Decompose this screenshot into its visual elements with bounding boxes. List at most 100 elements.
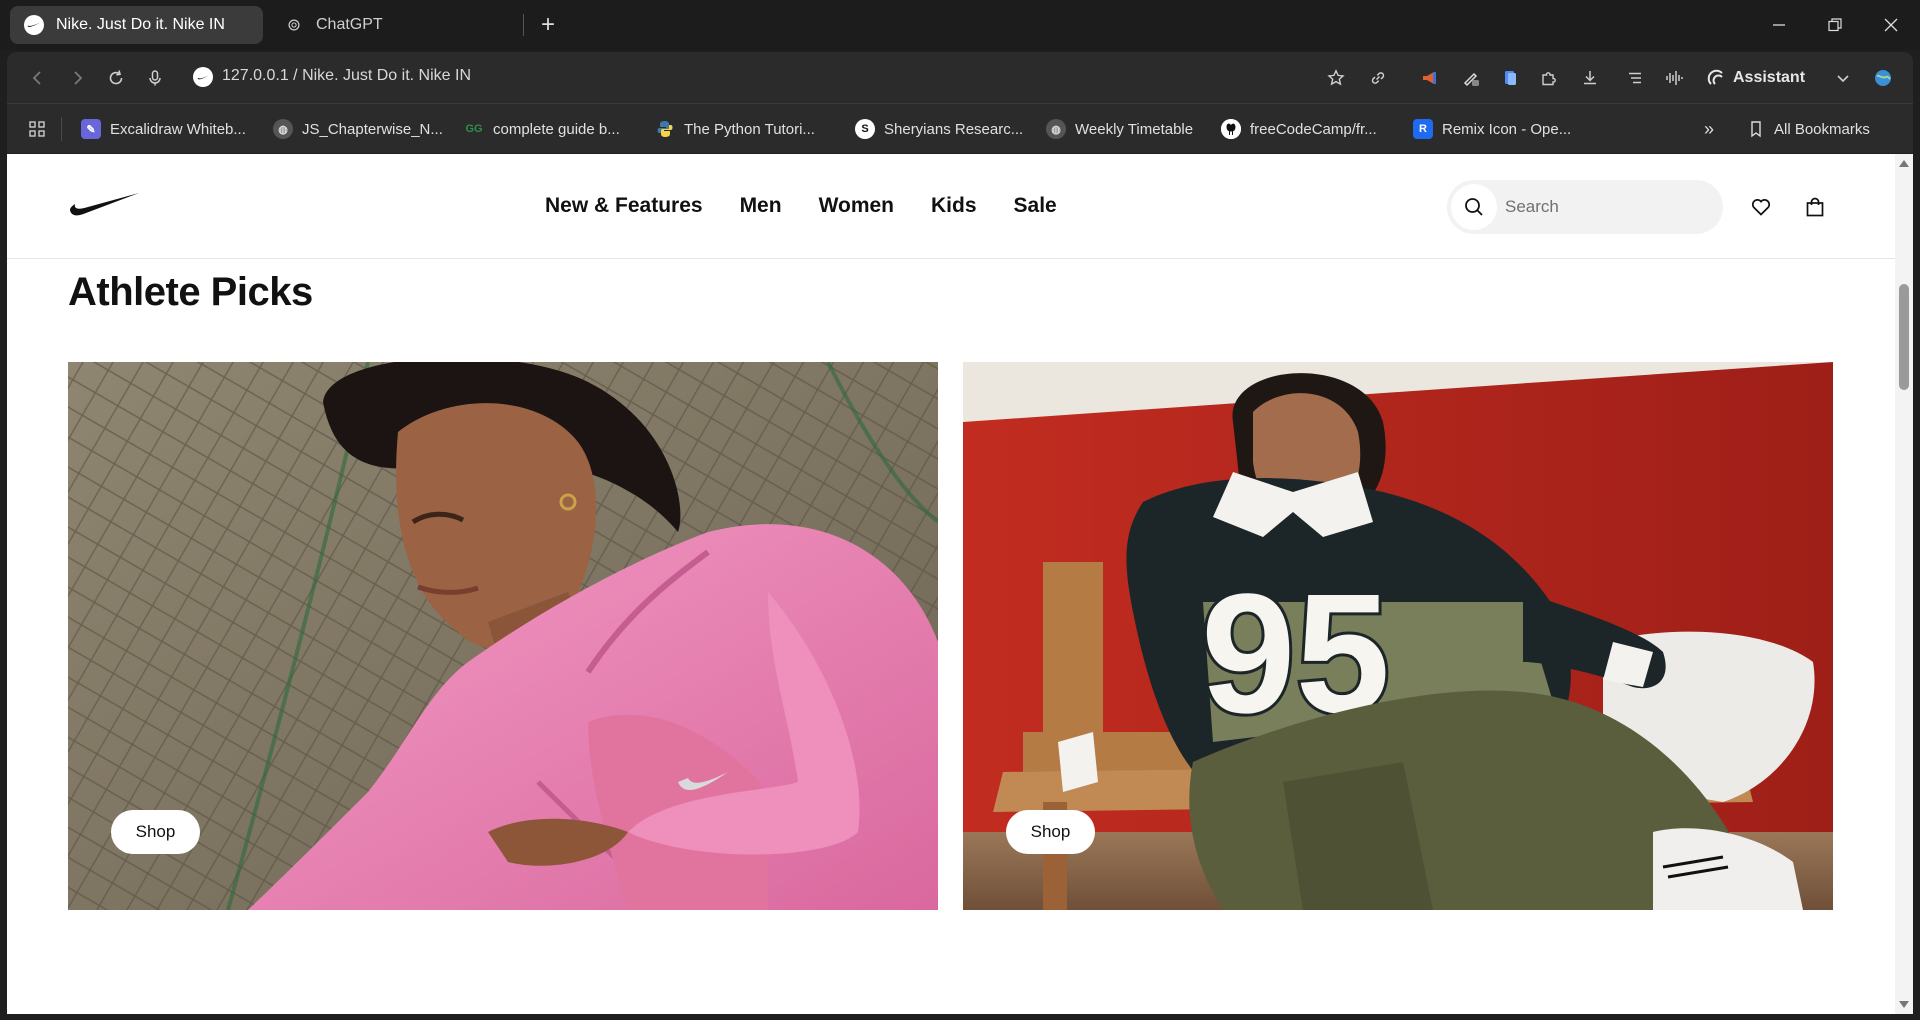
bookmark-item[interactable]: freeCodeCamp/fr... [1221, 118, 1377, 140]
close-icon [1884, 18, 1898, 32]
pen-extension-icon [1463, 72, 1479, 87]
new-tab-button[interactable]: + [534, 10, 562, 40]
reload-icon [109, 70, 123, 85]
bookmarks-bar: ✎ Excalidraw Whiteb... ◍ JS_Chapterwise_… [7, 103, 1913, 153]
nike-swoosh-icon [24, 15, 44, 35]
clipboard-extension-icon [1505, 71, 1516, 85]
extension-3-button[interactable] [1496, 64, 1524, 92]
search-box [1447, 180, 1723, 234]
assistant-button[interactable]: Assistant [1707, 64, 1805, 92]
bookmark-folder-icon [1751, 121, 1761, 138]
python-icon [655, 119, 675, 139]
assistant-icon [1707, 69, 1723, 85]
apps-grid-icon[interactable] [27, 119, 47, 139]
bookmark-item[interactable]: GG complete guide b... [464, 118, 619, 140]
voice-search-button[interactable] [141, 64, 169, 92]
toolbar-dropdown-button[interactable] [1829, 64, 1857, 92]
all-bookmarks-button[interactable]: All Bookmarks [1747, 118, 1870, 140]
shop-button[interactable]: Shop [1006, 810, 1095, 854]
downloads-button[interactable] [1576, 64, 1604, 92]
microphone-icon [149, 70, 161, 86]
site-favicon-icon [193, 67, 213, 87]
address-bar[interactable]: 127.0.0.1 / Nike. Just Do it. Nike IN [222, 67, 471, 85]
back-button[interactable] [24, 64, 52, 92]
athlete-card-2[interactable]: 95 Shop [963, 362, 1833, 910]
nav-new-features[interactable]: New & Features [545, 194, 703, 218]
nav-women[interactable]: Women [819, 194, 894, 218]
page-viewport: New & Features Men Women Kids Sale Athle… [7, 154, 1895, 1014]
star-icon [1327, 69, 1345, 86]
bookmark-item[interactable]: ✎ Excalidraw Whiteb... [81, 118, 246, 140]
close-window-button[interactable] [1863, 0, 1919, 50]
chevron-down-icon [1837, 75, 1849, 83]
bookmarks-divider [61, 117, 62, 141]
sheryians-icon: S [855, 119, 875, 139]
search-input[interactable] [1505, 192, 1705, 222]
site-header: New & Features Men Women Kids Sale [7, 154, 1895, 259]
github-icon [1221, 119, 1241, 139]
globe-icon: ◍ [273, 119, 293, 139]
nike-logo[interactable] [68, 190, 140, 218]
copy-link-button[interactable] [1364, 64, 1392, 92]
menu-lines-icon [1629, 72, 1641, 84]
bookmark-item[interactable]: ◍ JS_Chapterwise_N... [273, 118, 443, 140]
shop-button[interactable]: Shop [111, 810, 200, 854]
remix-icon: R [1413, 119, 1433, 139]
profile-button[interactable] [1869, 64, 1897, 92]
extensions-button[interactable] [1535, 64, 1563, 92]
scroll-down-arrow-icon[interactable] [1899, 1001, 1909, 1008]
profile-avatar-icon [1875, 70, 1891, 86]
bag-button[interactable] [1802, 194, 1828, 220]
restore-icon [1828, 18, 1842, 32]
download-icon [1584, 71, 1596, 85]
browser-toolbar: 127.0.0.1 / Nike. Just Do it. Nike IN As… [7, 52, 1913, 103]
excalidraw-icon: ✎ [81, 119, 101, 139]
scrollbar-thumb[interactable] [1899, 284, 1909, 390]
favorites-button[interactable] [1748, 194, 1774, 220]
reading-list-button[interactable] [1621, 64, 1649, 92]
heart-icon [1751, 199, 1771, 216]
search-button[interactable] [1451, 184, 1497, 230]
extension-2-button[interactable] [1457, 64, 1485, 92]
back-arrow-icon [32, 71, 41, 85]
reload-button[interactable] [102, 64, 130, 92]
globe-icon: ◍ [1046, 119, 1066, 139]
forward-arrow-icon [74, 71, 83, 85]
minimize-button[interactable] [1751, 0, 1807, 50]
minimize-icon [1773, 24, 1785, 26]
main-nav: New & Features Men Women Kids Sale [545, 194, 1057, 218]
audio-button[interactable] [1660, 64, 1688, 92]
nav-kids[interactable]: Kids [931, 194, 977, 218]
extension-1-button[interactable] [1416, 64, 1444, 92]
puzzle-icon [1542, 72, 1556, 86]
search-icon [1465, 198, 1483, 216]
forward-button[interactable] [63, 64, 91, 92]
scroll-up-arrow-icon[interactable] [1899, 160, 1909, 167]
link-icon [1371, 72, 1385, 84]
tab-strip: Nike. Just Do it. Nike IN ChatGPT + [0, 0, 1920, 50]
tab-divider [523, 14, 524, 36]
chevron-double-right-icon: » [1704, 118, 1715, 139]
waveform-icon [1666, 71, 1683, 85]
bookmark-item[interactable]: R Remix Icon - Ope... [1413, 118, 1571, 140]
nav-men[interactable]: Men [740, 194, 782, 218]
tab-nike[interactable]: Nike. Just Do it. Nike IN [10, 6, 263, 44]
tab-chatgpt[interactable]: ChatGPT [270, 6, 520, 44]
restore-button[interactable] [1807, 0, 1863, 50]
more-bookmarks-button[interactable]: » [1704, 118, 1714, 140]
bookmark-item[interactable]: ◍ Weekly Timetable [1046, 118, 1193, 140]
assistant-label: Assistant [1733, 69, 1806, 86]
bookmark-item[interactable]: S Sheryians Researc... [855, 118, 1023, 140]
bookmark-item[interactable]: The Python Tutori... [655, 118, 815, 140]
geeksforgeeks-icon: GG [465, 123, 483, 135]
chatgpt-icon [284, 15, 304, 35]
tab-title: Nike. Just Do it. Nike IN [56, 16, 225, 33]
athlete-card-1[interactable]: Shop [68, 362, 938, 910]
page-scrollbar[interactable] [1895, 154, 1913, 1014]
bookmark-star-button[interactable] [1322, 64, 1350, 92]
tab-title: ChatGPT [316, 16, 383, 33]
section-title: Athlete Picks [68, 270, 313, 314]
megaphone-extension-icon [1423, 72, 1436, 84]
shopping-bag-icon [1806, 197, 1824, 217]
nav-sale[interactable]: Sale [1014, 194, 1057, 218]
